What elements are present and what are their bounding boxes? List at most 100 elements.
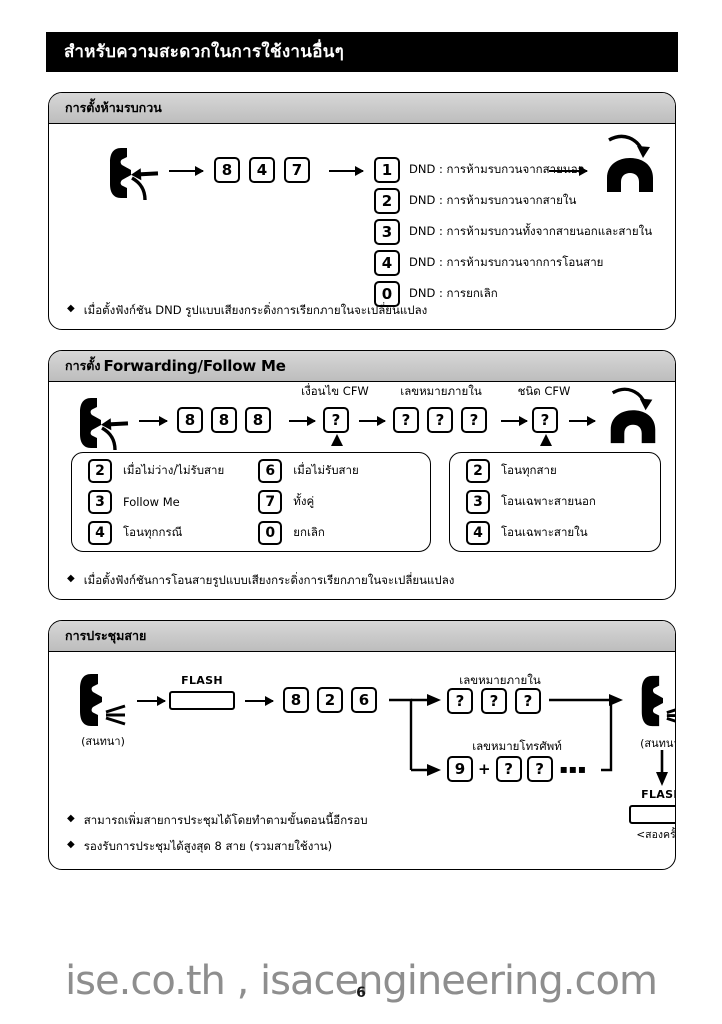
external-digit-input[interactable]: ? <box>495 756 522 782</box>
key-button[interactable]: 8 <box>214 157 240 183</box>
internal-digit-input[interactable]: ? <box>447 688 473 714</box>
cfw-condition-options: 2 เมื่อไม่ว่าง/ไม่รับสาย 3 Follow Me 4 โ… <box>71 452 431 552</box>
section-forwarding-title: การตั้ง Forwarding/Follow Me <box>49 351 675 382</box>
option-row: 3 โอนเฉพาะสายนอก <box>466 490 596 514</box>
down-arrow-icon <box>656 750 668 786</box>
page-number: 6 <box>356 985 366 1001</box>
connector-up-arrow-icon <box>331 434 343 446</box>
option-key[interactable]: 4 <box>466 521 490 545</box>
extension-digit-input[interactable]: ? <box>461 407 487 433</box>
dnd-option-row: 4 DND : การห้ามรบกวนจากการโอนสาย <box>374 250 652 276</box>
forwarding-key-sequence: 8 8 8 <box>177 407 271 433</box>
talk-caption-start: (สนทนา) <box>81 735 125 748</box>
conference-key-sequence: 8 2 6 <box>283 687 377 713</box>
bullet-diamond-icon: ◆ <box>67 573 75 584</box>
section-dnd: การตั้งห้ามรบกวน 8 4 7 1 DND: การห้ามรบ… <box>48 92 676 330</box>
option-key[interactable]: 2 <box>466 459 490 483</box>
flow-arrow-2 <box>329 166 364 176</box>
option-key[interactable]: 3 <box>466 490 490 514</box>
option-label: DND : การห้ามรบกวนจากการโอนสาย <box>409 255 604 269</box>
option-row: 2 โอนทุกสาย <box>466 459 596 483</box>
flash-button-end[interactable] <box>629 805 675 824</box>
flash-label-end: FLASH <box>641 788 675 801</box>
key-button[interactable]: 4 <box>249 157 275 183</box>
option-label: Follow Me <box>123 495 180 509</box>
option-key[interactable]: 2 <box>88 459 112 483</box>
section-forwarding-title-latin: Forwarding/Follow Me <box>103 357 286 375</box>
page-header: สำหรับความสะดวกในการใช้งานอื่นๆ <box>46 32 678 72</box>
handset-offhook-icon <box>71 394 133 454</box>
conference-note-1-text: สามารถเพิ่มสายการประชุมได้โดยทำตามขั้นตอ… <box>83 813 368 827</box>
option-key[interactable]: 3 <box>374 219 400 245</box>
section-conference-title: การประชุมสาย <box>49 621 675 652</box>
cfw-type-input[interactable]: ? <box>532 407 558 433</box>
flow-arrow-4 <box>501 416 528 426</box>
option-label: โอนทุกกรณี <box>123 525 183 539</box>
forwarding-note: ◆ เมื่อตั้งฟังก์ชันการโอนสายรูปแบบเสียงก… <box>67 572 454 590</box>
option-key[interactable]: 6 <box>258 459 283 483</box>
option-row: 4 โอนเฉพาะสายใน <box>466 521 596 545</box>
label-cfw-type: ชนิด CFW <box>517 384 571 398</box>
section-dnd-title: การตั้งห้ามรบกวน <box>49 93 675 124</box>
flow-arrow-2 <box>245 696 274 706</box>
section-forwarding: การตั้ง Forwarding/Follow Me 8 8 8 เงื่อ… <box>48 350 676 600</box>
connector-up-arrow-icon <box>540 434 552 446</box>
dnd-note: ◆ เมื่อตั้งฟังก์ชัน DND รูปแบบเสียงกระดิ… <box>67 302 427 320</box>
merge-connector <box>549 694 623 772</box>
option-key[interactable]: 3 <box>88 490 112 514</box>
external-prefix-key[interactable]: 9 <box>447 756 473 782</box>
forwarding-note-text: เมื่อตั้งฟังก์ชันการโอนสายรูปแบบเสียงกระ… <box>83 573 455 587</box>
dnd-key-sequence: 8 4 7 <box>214 157 310 183</box>
flow-arrow-1 <box>169 166 204 176</box>
handset-talking-icon <box>635 674 675 730</box>
flow-arrow-1 <box>137 696 166 706</box>
option-key[interactable]: 2 <box>374 188 400 214</box>
flow-arrow-1 <box>139 416 168 426</box>
section-dnd-title-label: การตั้งห้ามรบกวน <box>65 100 162 115</box>
option-label: DND : การห้ามรบกวนจากสายใน <box>409 193 577 207</box>
dnd-option-row: 3 DND : การห้ามรบกวนทั้งจากสายนอกและสายใ… <box>374 219 652 245</box>
section-conference-body: (สนทนา) FLASH 8 2 6 เลขหมายภายใน ? ? ? เ… <box>49 652 676 869</box>
key-button[interactable]: 8 <box>245 407 271 433</box>
option-label: DND : การห้ามรบกวนทั้งจากสายนอกและสายใน <box>409 224 653 238</box>
option-key[interactable]: 4 <box>88 521 112 545</box>
key-button[interactable]: 8 <box>177 407 203 433</box>
cfw-condition-options-col1: 2 เมื่อไม่ว่าง/ไม่รับสาย 3 Follow Me 4 โ… <box>88 459 224 545</box>
key-button[interactable]: 8 <box>283 687 309 713</box>
handset-talking-icon <box>73 672 131 730</box>
conference-note-1: ◆ สามารถเพิ่มสายการประชุมได้โดยทำตามขั้น… <box>67 812 368 830</box>
section-conference-title-label: การประชุมสาย <box>65 628 147 643</box>
option-key[interactable]: 1 <box>374 157 400 183</box>
internal-digit-input[interactable]: ? <box>515 688 541 714</box>
extension-digit-input[interactable]: ? <box>393 407 419 433</box>
section-forwarding-body: 8 8 8 เงื่อนไข CFW ? เลขหมายภายใน ? ? ? … <box>49 382 675 599</box>
option-row: 2 เมื่อไม่ว่าง/ไม่รับสาย <box>88 459 224 483</box>
extension-digit-input[interactable]: ? <box>427 407 453 433</box>
cfw-condition-input[interactable]: ? <box>323 407 349 433</box>
key-button[interactable]: 7 <box>284 157 310 183</box>
internal-digit-input[interactable]: ? <box>481 688 507 714</box>
option-key[interactable]: 4 <box>374 250 400 276</box>
key-button[interactable]: 8 <box>211 407 237 433</box>
option-label: โอนทุกสาย <box>501 463 557 477</box>
conference-note-2: ◆ รองรับการประชุมได้สูงสุด 8 สาย (รวมสาย… <box>67 838 332 856</box>
cfw-condition-options-col2: 6 เมื่อไม่รับสาย 7 ทั้งคู่ 0 ยกเลิก <box>258 459 359 545</box>
option-row: 3 Follow Me <box>88 490 224 514</box>
bullet-diamond-icon: ◆ <box>67 813 75 824</box>
option-label: เมื่อไม่รับสาย <box>293 463 359 477</box>
extension-number-inputs: ? ? ? <box>393 407 487 433</box>
label-cfw-condition: เงื่อนไข CFW <box>301 384 369 398</box>
key-button[interactable]: 2 <box>317 687 343 713</box>
flow-arrow-5 <box>569 416 596 426</box>
flash-twice-caption: <สองครั้ง> <box>636 829 676 841</box>
option-key[interactable]: 0 <box>258 521 283 545</box>
bullet-diamond-icon: ◆ <box>67 303 75 314</box>
flash-button[interactable] <box>169 691 235 710</box>
manual-page: สำหรับความสะดวกในการใช้งานอื่นๆ การตั้งห… <box>0 0 722 1024</box>
flow-arrow-3 <box>359 416 386 426</box>
handset-offhook-icon <box>101 144 163 204</box>
option-row: 7 ทั้งคู่ <box>258 490 358 514</box>
handset-onhook-icon <box>601 387 665 447</box>
key-button[interactable]: 6 <box>351 687 377 713</box>
option-key[interactable]: 7 <box>258 490 283 514</box>
